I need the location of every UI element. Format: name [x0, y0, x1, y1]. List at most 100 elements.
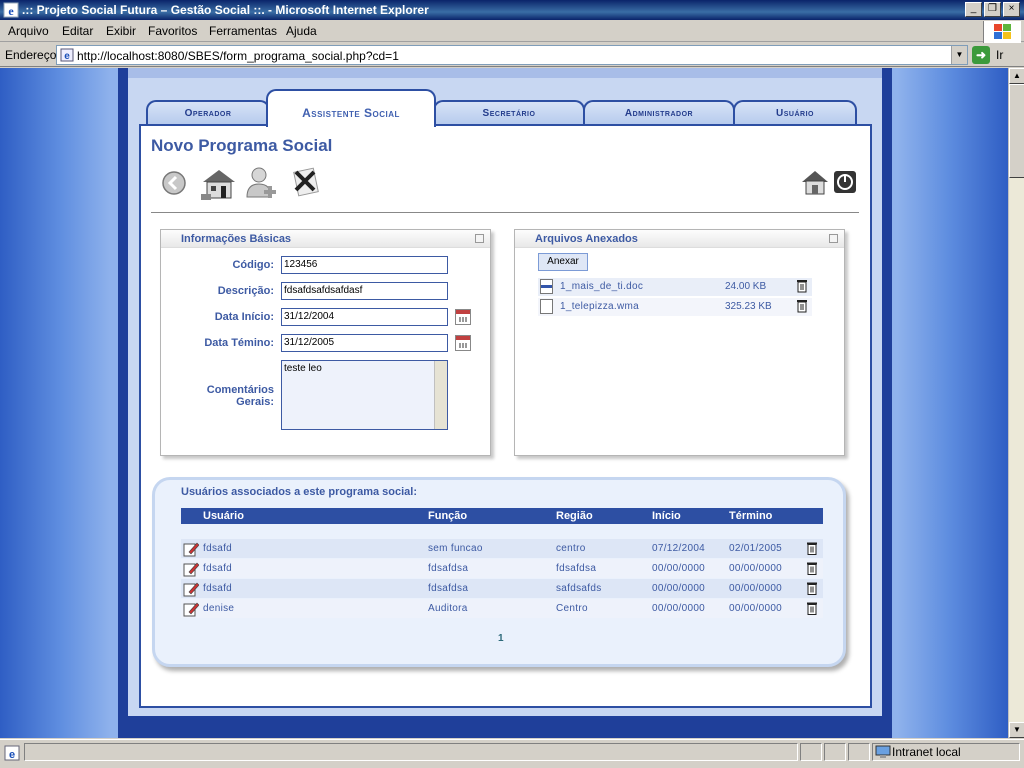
users-title: Usuários associados a este programa soci… — [181, 486, 417, 498]
tab-secretario[interactable]: Secretário — [433, 100, 585, 124]
pagination-page[interactable]: 1 — [498, 633, 504, 644]
basic-info-title: Informações Básicas — [181, 233, 292, 245]
menu-exibir[interactable]: Exibir — [106, 24, 136, 38]
file-link[interactable]: 1_mais_de_ti.doc — [560, 281, 643, 292]
power-icon[interactable] — [833, 170, 857, 194]
address-url: http://localhost:8080/SBES/form_programa… — [77, 49, 399, 63]
tab-usuario[interactable]: Usuário — [733, 100, 857, 124]
file-row: 1_mais_de_ti.doc 24.00 KB — [538, 278, 812, 296]
restore-button[interactable]: ❐ — [984, 2, 1001, 17]
comentarios-value: teste leo — [284, 363, 322, 374]
status-field — [800, 743, 822, 761]
column-regiao: Região — [556, 510, 593, 522]
go-arrow-icon: ➜ — [972, 46, 990, 64]
menu-ferramentas[interactable]: Ferramentas — [209, 24, 277, 38]
delete-icon[interactable] — [290, 166, 322, 198]
menu-editar[interactable]: Editar — [62, 24, 93, 38]
menu-bar: Arquivo Editar Exibir Favoritos Ferramen… — [0, 20, 1024, 42]
page-title: Novo Programa Social — [151, 136, 333, 155]
row-regiao: safdsafds — [556, 583, 602, 594]
collapse-icon[interactable] — [475, 234, 484, 243]
file-row: 1_telepizza.wma 325.23 KB — [538, 298, 812, 316]
address-input[interactable]: e http://localhost:8080/SBES/form_progra… — [56, 45, 968, 65]
row-termino: 02/01/2005 — [729, 543, 783, 554]
data-termino-label: Data Témino: — [204, 337, 274, 349]
tab-assistente-social[interactable]: Assistente Social — [266, 89, 436, 127]
column-funcao: Função — [428, 510, 468, 522]
row-termino: 00/00/0000 — [729, 563, 783, 574]
page-status-icon: e — [4, 745, 20, 761]
calendar-icon[interactable] — [455, 335, 471, 351]
row-regiao: centro — [556, 543, 586, 554]
menu-ajuda[interactable]: Ajuda — [286, 24, 317, 38]
row-termino: 00/00/0000 — [729, 603, 783, 614]
collapse-icon[interactable] — [829, 234, 838, 243]
row-usuario[interactable]: fdsafd — [203, 543, 232, 554]
scroll-down-icon[interactable]: ▼ — [1009, 722, 1024, 738]
row-usuario[interactable]: fdsafd — [203, 583, 232, 594]
row-regiao: Centro — [556, 603, 588, 614]
row-usuario[interactable]: denise — [203, 603, 234, 614]
window-controls: _ ❐ × — [963, 2, 1020, 18]
go-label: Ir — [996, 48, 1004, 62]
attachments-title: Arquivos Anexados — [535, 233, 638, 245]
comentarios-label: Comentários — [206, 384, 274, 396]
tab-operador[interactable]: Operador — [146, 100, 270, 124]
descricao-field[interactable]: fdsafdsafdsafdasf — [281, 282, 448, 300]
building-icon[interactable] — [199, 164, 239, 202]
data-termino-field[interactable]: 31/12/2005 — [281, 334, 448, 352]
close-button[interactable]: × — [1003, 2, 1020, 17]
trash-icon[interactable] — [796, 279, 808, 293]
calendar-icon[interactable] — [455, 309, 471, 325]
intranet-icon — [875, 745, 891, 758]
menu-arquivo[interactable]: Arquivo — [8, 24, 49, 38]
anexar-button[interactable]: Anexar — [538, 253, 588, 271]
zone-label: Intranet local — [892, 745, 961, 759]
trash-icon[interactable] — [806, 561, 818, 576]
address-label: Endereço — [5, 48, 57, 62]
edit-icon[interactable] — [183, 541, 199, 557]
vertical-scrollbar[interactable]: ▲ ▼ — [1008, 68, 1024, 738]
home-icon[interactable] — [800, 168, 830, 196]
codigo-field[interactable]: 123456 — [281, 256, 448, 274]
svg-text:e: e — [9, 749, 15, 761]
row-termino: 00/00/0000 — [729, 583, 783, 594]
row-inicio: 00/00/0000 — [652, 563, 706, 574]
row-usuario[interactable]: fdsafd — [203, 563, 232, 574]
trash-icon[interactable] — [796, 299, 808, 313]
row-regiao: fdsafdsa — [556, 563, 597, 574]
trash-icon[interactable] — [806, 581, 818, 596]
windows-logo-icon — [983, 21, 1021, 43]
comentarios-field[interactable]: teste leo — [281, 360, 448, 430]
file-size: 24.00 KB — [725, 281, 767, 292]
row-inicio: 07/12/2004 — [652, 543, 706, 554]
scroll-thumb[interactable] — [1009, 84, 1024, 178]
doc-file-icon — [540, 279, 553, 294]
status-field — [824, 743, 846, 761]
minimize-button[interactable]: _ — [965, 2, 982, 17]
edit-icon[interactable] — [183, 601, 199, 617]
address-dropdown-icon[interactable]: ▼ — [951, 46, 967, 64]
status-text-field — [24, 743, 798, 761]
edit-icon[interactable] — [183, 581, 199, 597]
row-funcao: Auditora — [428, 603, 468, 614]
data-inicio-field[interactable]: 31/12/2004 — [281, 308, 448, 326]
window-title: .:: Projeto Social Futura – Gestão Socia… — [22, 3, 429, 17]
trash-icon[interactable] — [806, 541, 818, 556]
scroll-up-icon[interactable]: ▲ — [1009, 68, 1024, 84]
back-icon[interactable] — [161, 170, 187, 196]
divider — [151, 212, 859, 213]
tab-administrador[interactable]: Administrador — [583, 100, 735, 124]
edit-icon[interactable] — [183, 561, 199, 577]
ie-icon: e — [3, 2, 19, 18]
trash-icon[interactable] — [806, 601, 818, 616]
column-inicio: Início — [652, 510, 681, 522]
file-link[interactable]: 1_telepizza.wma — [560, 301, 639, 312]
svg-text:e: e — [64, 51, 70, 62]
add-user-icon[interactable] — [245, 165, 279, 201]
go-button[interactable]: ➜ Ir — [972, 46, 1018, 64]
menu-favoritos[interactable]: Favoritos — [148, 24, 197, 38]
page-frame-top — [128, 68, 882, 78]
table-row: fdsafd sem funcao centro 07/12/2004 02/0… — [181, 539, 823, 558]
textarea-scrollbar[interactable] — [434, 361, 447, 429]
